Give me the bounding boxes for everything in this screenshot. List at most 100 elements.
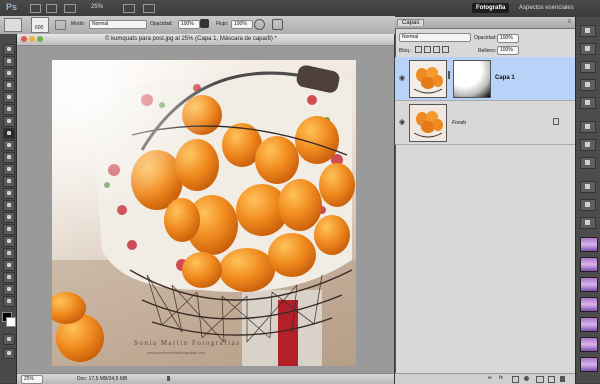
info-panel-icon[interactable] [580,61,596,73]
visibility-eye-icon[interactable]: ◉ [399,74,405,82]
lock-position-icon[interactable] [433,46,440,53]
workspace-photography-button[interactable]: Fotografía [472,3,510,13]
hand-tool-icon[interactable] [3,284,15,295]
layers-panel-footer: ∞ fx [395,373,575,384]
kumquat-basket-photo [52,60,356,366]
paths-panel-icon[interactable] [580,199,596,211]
canvas-photo[interactable]: Sonia Martín Fotografías www.sonimartinl… [52,60,356,366]
delete-layer-icon[interactable] [560,376,565,382]
dock-thumbnail[interactable] [580,337,598,352]
tab-layers[interactable]: Capas [397,19,425,26]
extras-icon[interactable] [64,4,76,13]
mode-label: Modo: [71,21,85,27]
minibridge-icon[interactable] [46,4,57,13]
mask-link-icon[interactable] [448,71,450,79]
lasso-tool-icon[interactable] [3,68,15,79]
status-menu-arrow-icon[interactable] [167,376,174,381]
opacity-input[interactable]: 100% [178,20,200,29]
fill-input[interactable]: 100% [497,46,519,55]
layer-thumbnail[interactable] [409,60,447,98]
opacity-label: Opacidad: [150,21,173,27]
minimize-window-button[interactable] [29,36,35,42]
zoom-level-display[interactable]: 25% [91,4,103,10]
brush-panel-toggle-icon[interactable] [55,20,66,30]
panel-menu-icon[interactable]: ≡ [567,19,571,25]
lock-all-icon[interactable] [442,46,449,53]
path-selection-tool-icon[interactable] [3,236,15,247]
swatches-panel-icon[interactable] [580,97,596,109]
dodge-tool-icon[interactable] [3,200,15,211]
pen-tool-icon[interactable] [3,212,15,223]
background-color-swatch[interactable] [6,317,16,327]
pressure-size-icon[interactable] [272,19,283,30]
zoom-window-button[interactable] [37,36,43,42]
actions-panel-icon[interactable] [580,181,596,193]
layer-thumbnail[interactable] [409,104,447,142]
brush-preset-picker[interactable]: 600 [31,17,49,33]
pressure-opacity-icon[interactable] [200,19,209,28]
add-mask-icon[interactable] [512,376,519,383]
adjustments-panel-icon[interactable] [580,121,596,133]
shape-tool-icon[interactable] [3,248,15,259]
3d-rotate-tool-icon[interactable] [3,260,15,271]
dock-thumbnail[interactable] [580,277,598,292]
screen-mode-tool-icon[interactable] [3,348,15,359]
dock-thumbnail[interactable] [580,357,598,372]
workspace-essentials-button[interactable]: Aspectos esenciales [519,5,574,11]
clone-stamp-tool-icon[interactable] [3,140,15,151]
brush-tool-preset-icon[interactable] [4,18,22,32]
move-tool-icon[interactable] [3,44,15,55]
new-group-icon[interactable] [536,376,544,383]
layer-opacity-label: Opacidad: [474,35,497,41]
layer-blend-mode-select[interactable]: Normal [399,33,471,42]
masks-panel-icon[interactable] [580,139,596,151]
crop-tool-icon[interactable] [3,92,15,103]
blur-tool-icon[interactable] [3,188,15,199]
layer-name[interactable]: Capa 1 [495,75,515,81]
layer-style-icon[interactable]: fx [499,375,503,381]
visibility-eye-icon[interactable]: ◉ [399,118,405,126]
layer-row[interactable]: ◉ Capa 1 [395,57,575,101]
quick-mask-icon[interactable] [3,334,15,345]
eyedropper-tool-icon[interactable] [3,104,15,115]
gradient-tool-icon[interactable] [3,176,15,187]
channels-panel-icon[interactable] [580,217,596,229]
dock-thumbnail[interactable] [580,297,598,312]
ps-logo: Ps [6,2,18,12]
dock-thumbnail[interactable] [580,237,598,252]
histogram-panel-icon[interactable] [580,25,596,37]
adjustment-layer-icon[interactable] [524,376,529,381]
marquee-tool-icon[interactable] [3,56,15,67]
mode-select[interactable]: Normal [89,20,147,29]
new-layer-icon[interactable] [548,376,555,383]
layer-row[interactable]: ◉ Fondo [395,101,575,145]
tools-panel [0,34,17,383]
brush-tool-icon[interactable] [3,128,15,139]
zoom-tool-icon[interactable] [3,296,15,307]
document-tab[interactable]: © kumquats para post.jpg al 25% (Capa 1,… [17,34,394,46]
link-layers-icon[interactable]: ∞ [488,375,492,381]
eraser-tool-icon[interactable] [3,164,15,175]
type-tool-icon[interactable] [3,224,15,235]
layer-opacity-input[interactable]: 100% [497,34,519,43]
layer-name[interactable]: Fondo [452,120,466,126]
close-window-button[interactable] [21,36,27,42]
flow-input[interactable]: 100% [231,20,253,29]
healing-brush-tool-icon[interactable] [3,116,15,127]
lock-pixels-icon[interactable] [424,46,431,53]
history-brush-tool-icon[interactable] [3,152,15,163]
quick-selection-tool-icon[interactable] [3,80,15,91]
lock-transparency-icon[interactable] [415,46,422,53]
screen-mode-icon[interactable] [143,4,155,13]
bridge-icon[interactable] [30,4,41,13]
airbrush-icon[interactable] [254,19,265,30]
layer-mask-thumbnail[interactable] [453,60,491,98]
arrange-documents-icon[interactable] [123,4,135,13]
history-panel-icon[interactable] [580,157,596,169]
color-panel-icon[interactable] [580,79,596,91]
dock-thumbnail[interactable] [580,317,598,332]
dock-thumbnail[interactable] [580,257,598,272]
3d-orbit-tool-icon[interactable] [3,272,15,283]
document-title: © kumquats para post.jpg al 25% (Capa 1,… [105,36,277,42]
navigator-panel-icon[interactable] [580,43,596,55]
